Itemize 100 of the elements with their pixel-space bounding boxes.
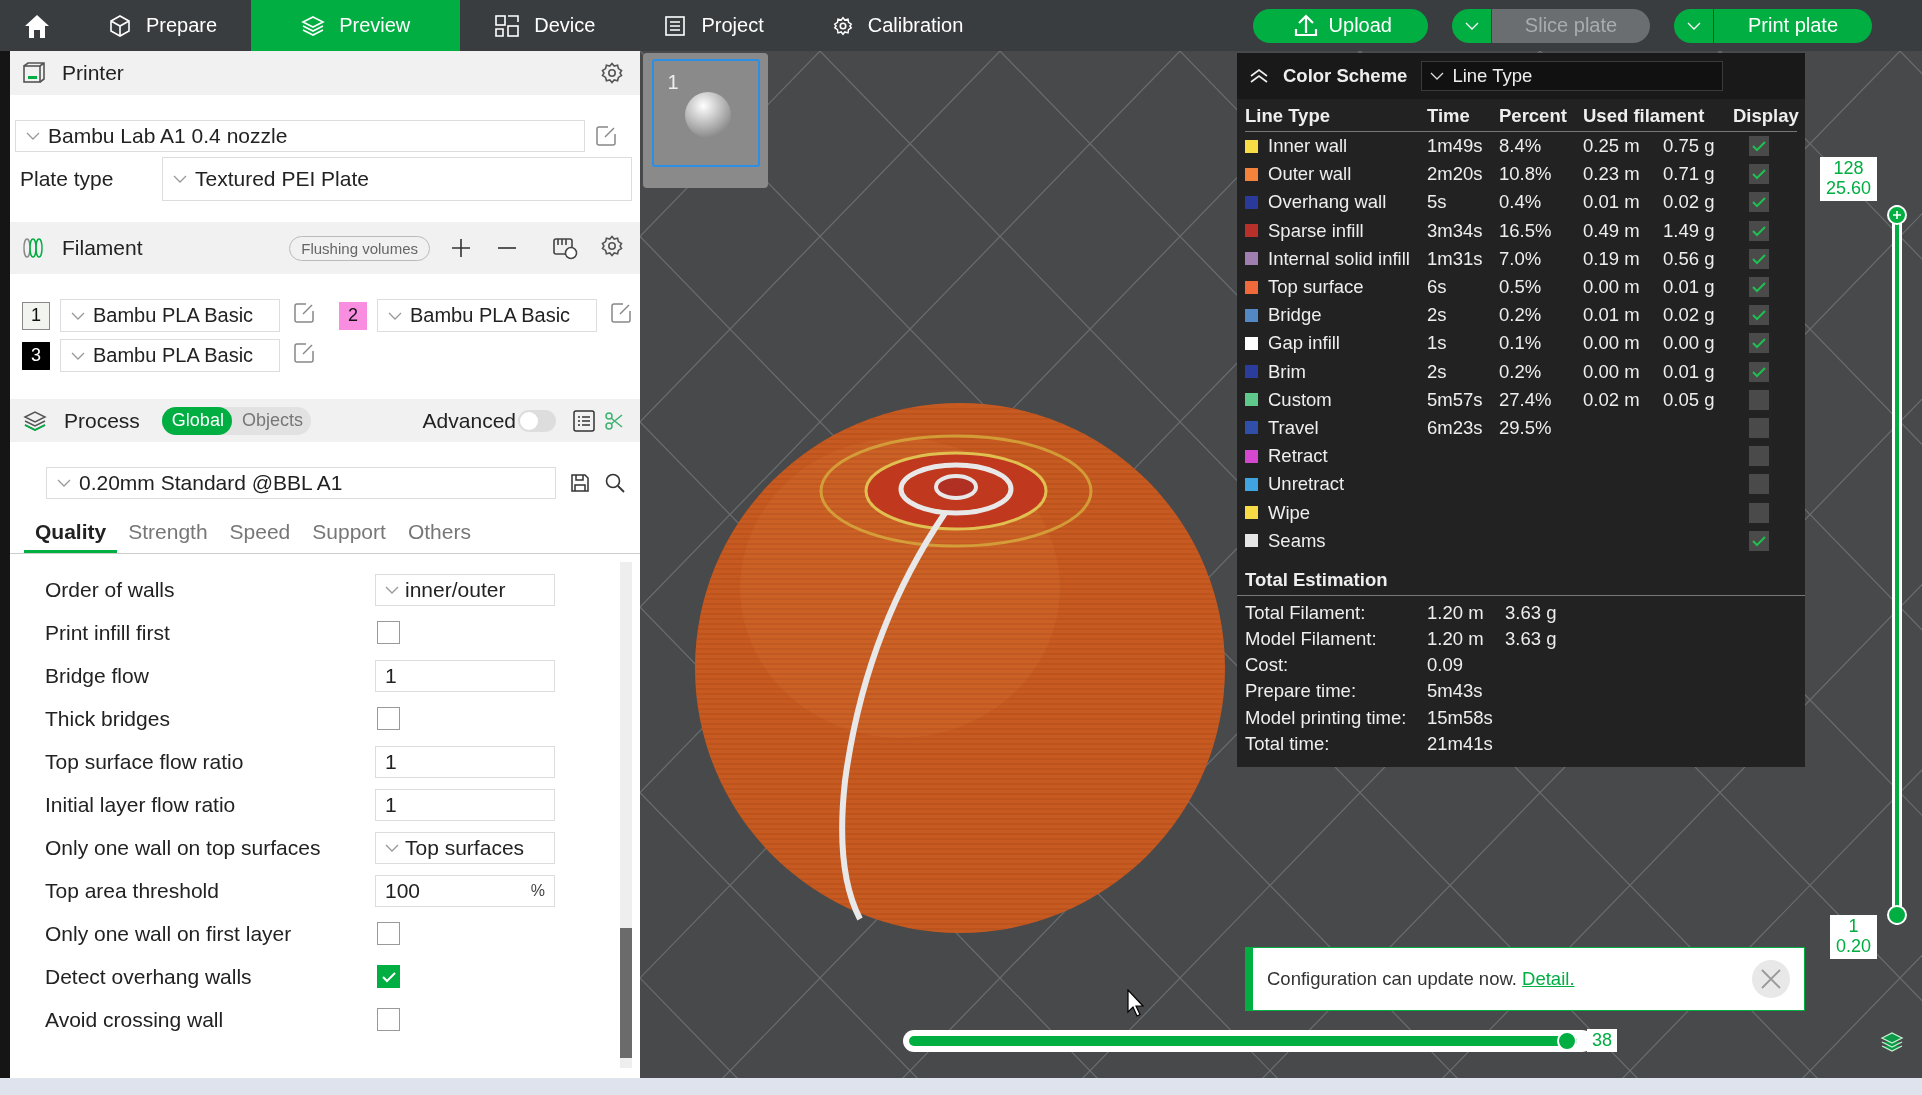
setting-input[interactable]: 1 — [375, 745, 555, 778]
setting-label: Top surface flow ratio — [45, 749, 245, 774]
line-type-name: Wipe — [1268, 501, 1311, 524]
setting-checkbox[interactable] — [377, 965, 400, 988]
setting-label: Only one wall on top surfaces — [45, 835, 322, 860]
display-checkbox[interactable] — [1749, 474, 1769, 495]
setting-checkbox[interactable] — [377, 1008, 400, 1031]
estimation-weight: 3.63 g — [1505, 600, 1557, 625]
nav-tab[interactable]: Calibration — [797, 0, 998, 51]
section-title: Filament — [62, 236, 143, 260]
weight-cell: 0.01 g — [1663, 360, 1715, 383]
estimation-label: Cost: — [1245, 653, 1290, 678]
search-icon[interactable] — [604, 472, 626, 494]
color-scheme-dropdown[interactable]: Line Type — [1421, 61, 1723, 91]
setting-checkbox[interactable] — [377, 621, 400, 644]
estimation-value: 5m43s — [1427, 679, 1484, 704]
estimation-value: 0.09 — [1427, 653, 1464, 678]
setting-dropdown[interactable]: Top surfaces — [375, 831, 555, 864]
settings-tab[interactable]: Speed — [218, 513, 302, 553]
time-cell: 6s — [1427, 276, 1447, 299]
advanced-switch[interactable] — [518, 409, 556, 432]
filament-dropdown[interactable]: Bambu PLA Basic — [377, 299, 597, 332]
stacked-layers-icon — [22, 408, 48, 433]
display-checkbox[interactable] — [1749, 389, 1769, 410]
save-icon[interactable] — [570, 473, 590, 493]
display-checkbox[interactable] — [1749, 417, 1769, 438]
scrollbar-thumb[interactable] — [620, 928, 632, 1058]
display-checkbox[interactable] — [1749, 361, 1769, 382]
process-preset-dropdown[interactable]: 0.20mm Standard @BBL A1 — [46, 467, 556, 499]
display-checkbox[interactable] — [1749, 136, 1769, 157]
length-cell: 0.00 m — [1583, 332, 1640, 355]
settings-tab[interactable]: Others — [396, 513, 482, 553]
setting-checkbox[interactable] — [377, 707, 400, 730]
settings-icon[interactable] — [600, 61, 624, 85]
edit-icon[interactable] — [610, 302, 632, 324]
settings-tab[interactable]: Strength — [117, 513, 219, 553]
percent-cell: 0.2% — [1499, 360, 1542, 383]
filament-spool-icon — [22, 236, 46, 260]
list-icon[interactable] — [572, 408, 596, 433]
check-icon — [1751, 224, 1767, 237]
line-type-name: Brim — [1268, 360, 1307, 383]
filament-dropdown[interactable]: Bambu PLA Basic — [60, 339, 280, 372]
close-button[interactable] — [1752, 960, 1790, 998]
estimation-value: 15m58s — [1427, 705, 1494, 730]
setting-input[interactable]: 100 % — [375, 874, 555, 907]
settings-tab[interactable]: Quality — [24, 513, 118, 553]
dropdown-button[interactable] — [1452, 8, 1492, 43]
setting-checkbox[interactable] — [377, 922, 400, 945]
weight-cell: 0.02 g — [1663, 304, 1715, 327]
plate-type-dropdown[interactable]: Textured PEI Plate — [162, 157, 632, 201]
display-checkbox[interactable] — [1749, 502, 1769, 523]
edit-icon[interactable] — [293, 302, 315, 324]
setting-dropdown[interactable]: inner/outer — [375, 573, 555, 606]
check-icon — [380, 970, 397, 983]
move-slider-value: 38 — [1587, 1029, 1618, 1052]
collapse-icon[interactable] — [1249, 68, 1269, 84]
edit-icon[interactable] — [595, 125, 617, 147]
caret-icon — [173, 175, 187, 183]
nav-tab[interactable]: Device — [460, 0, 630, 51]
scope-toggle[interactable]: Objects — [231, 406, 311, 435]
length-cell: 0.49 m — [1583, 219, 1640, 242]
display-checkbox[interactable] — [1749, 446, 1769, 467]
layer-slider-handle[interactable] — [1887, 905, 1907, 925]
layers-icon — [301, 13, 326, 38]
caret-icon — [71, 351, 85, 360]
display-checkbox[interactable] — [1749, 192, 1769, 213]
display-checkbox[interactable] — [1749, 277, 1769, 298]
display-checkbox[interactable] — [1749, 248, 1769, 269]
layer-label: 128 25.60 — [1819, 157, 1877, 201]
layer-label: 1 0.20 — [1829, 915, 1877, 959]
estimation-label: Total time: — [1245, 731, 1331, 756]
percent-cell: 27.4% — [1499, 388, 1552, 411]
setting-label: Initial layer flow ratio — [45, 792, 237, 817]
length-cell: 0.02 m — [1583, 388, 1640, 411]
close-icon — [1760, 968, 1782, 990]
layer-slider-handle[interactable] — [1887, 205, 1907, 225]
nav-tab[interactable]: Project — [629, 0, 798, 51]
display-checkbox[interactable] — [1749, 530, 1769, 551]
setting-input[interactable]: 1 — [375, 659, 555, 692]
display-checkbox[interactable] — [1749, 305, 1769, 326]
display-checkbox[interactable] — [1749, 220, 1769, 241]
layers-icon[interactable] — [1880, 1031, 1904, 1053]
weight-cell: 0.01 g — [1663, 276, 1715, 299]
percent-cell: 0.2% — [1499, 304, 1542, 327]
edit-icon[interactable] — [293, 342, 315, 364]
length-cell: 0.01 m — [1583, 191, 1640, 214]
settings-tab[interactable]: Support — [301, 513, 397, 553]
filament-dropdown[interactable]: Bambu PLA Basic — [60, 299, 280, 332]
display-checkbox[interactable] — [1749, 333, 1769, 354]
gear-icon — [831, 14, 854, 37]
settings-icon[interactable] — [600, 233, 624, 258]
caret-icon — [71, 311, 85, 320]
flushing-volumes-button[interactable]: Flushing volumes — [289, 235, 430, 261]
estimation-label: Prepare time: — [1245, 679, 1358, 704]
setting-input[interactable]: 1 — [375, 788, 555, 821]
display-checkbox[interactable] — [1749, 164, 1769, 185]
add-icon[interactable] — [450, 237, 472, 259]
dropdown-button[interactable] — [1674, 8, 1714, 43]
nav-tab[interactable]: Prepare — [74, 0, 252, 51]
printer-preset-dropdown[interactable]: Bambu Lab A1 0.4 nozzle — [15, 120, 585, 152]
